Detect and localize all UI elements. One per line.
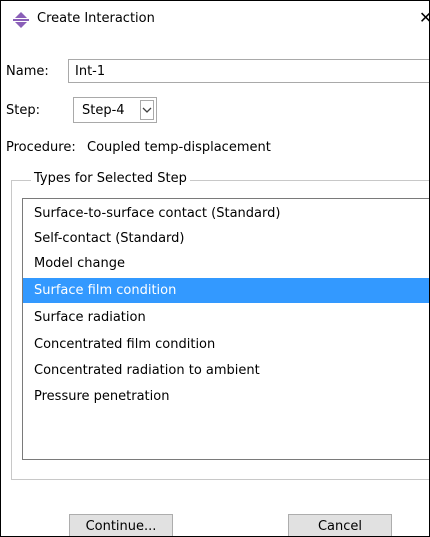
list-item-label: Concentrated film condition bbox=[34, 337, 216, 352]
interaction-type-list[interactable]: Surface-to-surface contact (Standard) Se… bbox=[22, 198, 429, 460]
list-item-label: Self-contact (Standard) bbox=[34, 231, 185, 246]
list-item-label: Model change bbox=[34, 256, 126, 271]
procedure-label: Procedure: bbox=[6, 140, 76, 155]
list-item[interactable]: Concentrated film condition bbox=[23, 332, 429, 357]
title-bar[interactable]: Create Interaction ✕ bbox=[1, 1, 429, 39]
cancel-button[interactable]: Cancel bbox=[288, 514, 392, 536]
close-icon[interactable]: ✕ bbox=[419, 8, 429, 28]
step-select[interactable]: Step-4 bbox=[73, 97, 157, 123]
list-item-label: Surface-to-surface contact (Standard) bbox=[34, 206, 281, 221]
list-item[interactable]: Pressure penetration bbox=[23, 384, 429, 409]
list-item-selected[interactable]: Surface film condition bbox=[23, 278, 429, 303]
step-label: Step: bbox=[6, 103, 40, 118]
name-value: Int-1 bbox=[75, 64, 106, 79]
list-item-label: Surface film condition bbox=[34, 283, 177, 298]
list-item[interactable]: Concentrated radiation to ambient bbox=[23, 358, 429, 383]
name-field[interactable]: Int-1 bbox=[68, 59, 429, 83]
list-item-label: Surface radiation bbox=[34, 310, 146, 325]
types-group-title: Types for Selected Step bbox=[31, 171, 190, 186]
name-label: Name: bbox=[6, 64, 49, 79]
chevron-down-icon bbox=[142, 107, 152, 113]
list-item[interactable]: Surface-to-surface contact (Standard) bbox=[23, 201, 429, 226]
list-item[interactable]: Self-contact (Standard) bbox=[23, 226, 429, 251]
list-item-label: Pressure penetration bbox=[34, 389, 170, 404]
list-item[interactable]: Surface radiation bbox=[23, 305, 429, 330]
step-dropdown-button[interactable] bbox=[140, 100, 154, 120]
dialog-title: Create Interaction bbox=[37, 11, 155, 26]
interaction-icon bbox=[13, 12, 29, 28]
list-item-label: Concentrated radiation to ambient bbox=[34, 363, 260, 378]
create-interaction-dialog: Create Interaction ✕ Name: Int-1 Step: S… bbox=[0, 0, 430, 537]
procedure-value: Coupled temp-displacement bbox=[87, 140, 271, 155]
list-item[interactable]: Model change bbox=[23, 251, 429, 276]
continue-button[interactable]: Continue... bbox=[69, 514, 173, 536]
step-value: Step-4 bbox=[82, 103, 125, 118]
